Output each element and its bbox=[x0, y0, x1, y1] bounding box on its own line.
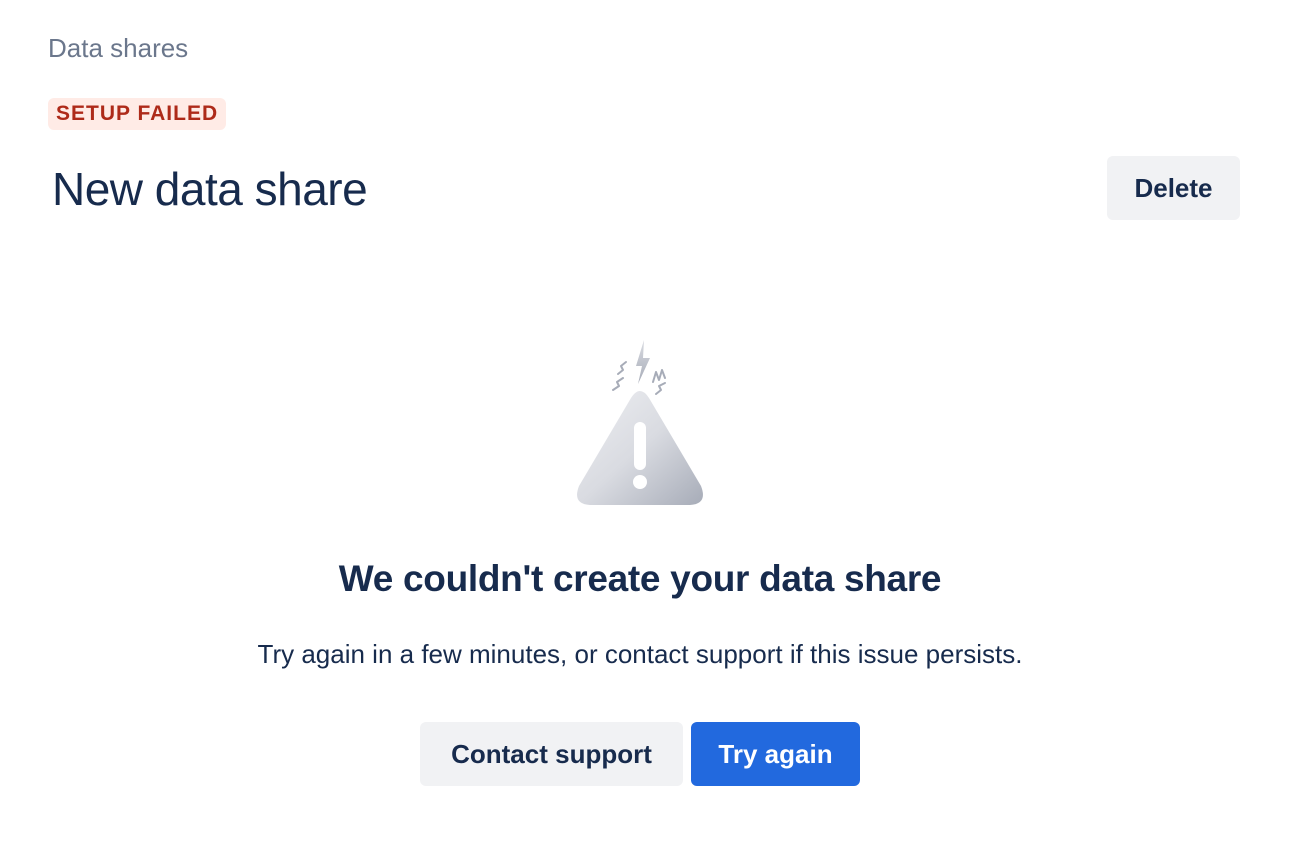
lightning-bolt bbox=[636, 340, 650, 384]
page-title: New data share bbox=[52, 163, 368, 215]
error-description: Try again in a few minutes, or contact s… bbox=[257, 639, 1023, 669]
status-badge: SETUP FAILED bbox=[48, 98, 227, 130]
delete-button[interactable]: Delete bbox=[1107, 156, 1240, 220]
breadcrumb-data-shares[interactable]: Data shares bbox=[48, 32, 188, 64]
exclamation-bar bbox=[634, 422, 646, 470]
exclamation-dot bbox=[633, 475, 647, 489]
warning-triangle-icon bbox=[577, 340, 703, 505]
spark-lines bbox=[612, 361, 666, 395]
try-again-button[interactable]: Try again bbox=[691, 722, 860, 786]
contact-support-button[interactable]: Contact support bbox=[420, 722, 683, 786]
error-title: We couldn't create your data share bbox=[338, 558, 942, 599]
